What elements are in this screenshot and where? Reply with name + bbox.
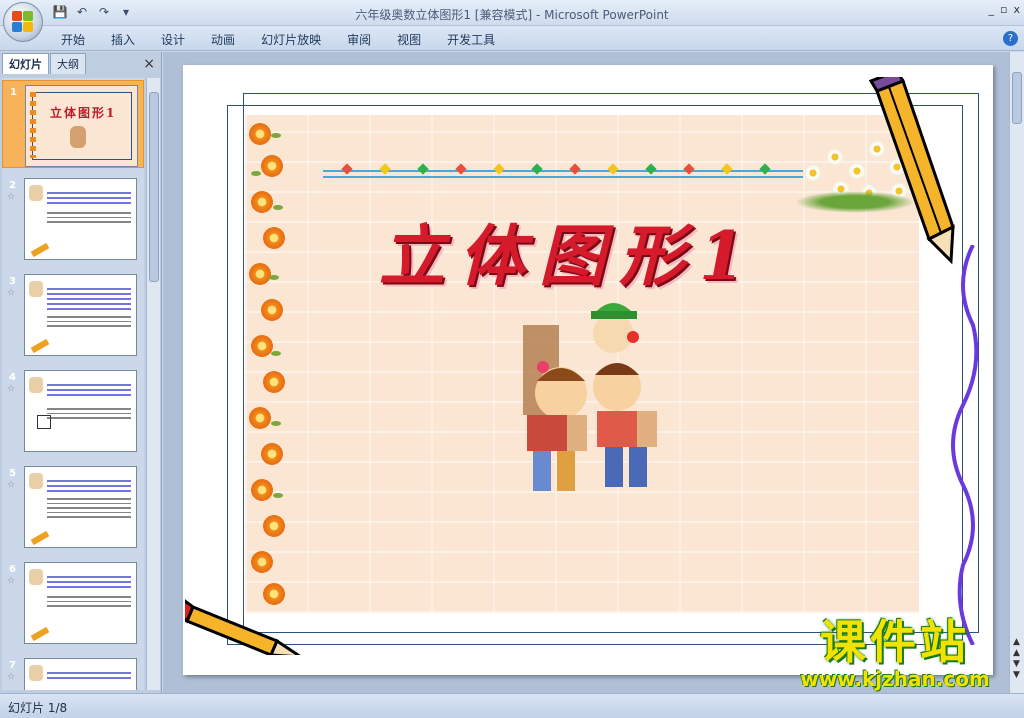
thumbnail-image	[24, 274, 137, 356]
scrollbar-thumb[interactable]	[149, 92, 159, 282]
thumb-text	[47, 477, 131, 521]
tab-slideshow[interactable]: 幻灯片放映	[248, 31, 334, 48]
slides-panel: 幻灯片 大纲 × 1 立体图形1 2 ☆ 3 ☆ 4 ☆ 5 ☆ 6 ☆ 7 ☆	[0, 52, 162, 693]
pencil-image-left	[185, 599, 301, 655]
thumbnail-slide-7[interactable]: 7 ☆	[2, 654, 144, 690]
thumbnail-image	[24, 466, 137, 548]
flower-garland-image	[245, 115, 297, 613]
thumb-pencil-image	[30, 530, 50, 546]
thumb-pencil-image	[30, 338, 50, 354]
thumb-text	[47, 189, 131, 226]
tab-home[interactable]: 开始	[48, 31, 98, 48]
transition-icon: ☆	[7, 480, 16, 490]
office-button[interactable]	[3, 2, 43, 42]
editor-scrollbar[interactable]: ▲ ▲ ▼ ▼	[1009, 52, 1024, 693]
thumbnail-image	[24, 658, 137, 690]
watermark-logo: 课件站 www.kjzhan.com	[775, 617, 1015, 691]
tab-animations[interactable]: 动画	[198, 31, 248, 48]
thumbnail-slide-1[interactable]: 1 立体图形1	[2, 80, 144, 168]
ribbon-tabs: 开始 插入 设计 动画 幻灯片放映 审阅 视图 开发工具	[48, 31, 508, 48]
close-panel-icon[interactable]: ×	[143, 56, 155, 72]
watermark-url: www.kjzhan.com	[800, 667, 990, 691]
transition-icon: ☆	[7, 672, 16, 682]
thumbnail-image	[24, 562, 137, 644]
window-title: 六年级奥数立体图形1 [兼容模式] - Microsoft PowerPoint	[355, 8, 669, 22]
office-logo-icon	[12, 11, 34, 33]
slide-number: 7	[9, 660, 16, 671]
thumb-pencil-image	[30, 626, 50, 642]
slide-editor: 立体图形1 ▲ ▲ ▼ ▼ 课件站 www.kjzhan.com	[163, 52, 1024, 693]
transition-icon: ☆	[7, 576, 16, 586]
thumbnail-slide-3[interactable]: 3 ☆	[2, 270, 144, 358]
slide-number: 2	[9, 180, 16, 191]
slide-number: 4	[9, 372, 16, 383]
thumb-cube-image	[37, 415, 51, 429]
thumbnail-image	[24, 370, 137, 452]
slide-canvas[interactable]: 立体图形1	[183, 65, 993, 675]
restore-button[interactable]: ▫	[1000, 3, 1007, 16]
thumbnails-scrollbar[interactable]	[146, 78, 160, 690]
thumbnail-slide-4[interactable]: 4 ☆	[2, 366, 144, 454]
slide-number: 1	[10, 87, 17, 98]
thumb-pencil-image	[30, 242, 50, 258]
thumbnail-slide-6[interactable]: 6 ☆	[2, 558, 144, 646]
thumb-kid-image	[29, 185, 43, 201]
ribbon: 开始 插入 设计 动画 幻灯片放映 审阅 视图 开发工具 ?	[0, 26, 1024, 51]
thumbnail-slide-2[interactable]: 2 ☆	[2, 174, 144, 262]
status-bar: 幻灯片 1/8	[0, 693, 1024, 718]
slide-number: 3	[9, 276, 16, 287]
tab-design[interactable]: 设计	[148, 31, 198, 48]
slide-title[interactable]: 立体图形1	[379, 203, 859, 295]
purple-squiggle-line	[951, 245, 979, 645]
thumb-kid-image	[29, 377, 43, 393]
thumb-kid-image	[29, 569, 43, 585]
thumb-kid-image	[29, 473, 43, 489]
transition-icon: ☆	[7, 384, 16, 394]
tab-review[interactable]: 审阅	[334, 31, 384, 48]
thumb-text	[47, 573, 131, 610]
thumb-kid-image	[29, 281, 43, 297]
thumb-text	[47, 669, 131, 682]
decorative-border-line	[323, 170, 803, 178]
thumb-text	[47, 381, 131, 422]
thumb-kids-image	[70, 126, 86, 148]
window-controls: _ ▫ x	[989, 3, 1020, 16]
slide-number: 6	[9, 564, 16, 575]
tab-slides[interactable]: 幻灯片	[2, 53, 49, 74]
kids-accordion-image	[523, 303, 657, 491]
tab-developer[interactable]: 开发工具	[434, 31, 508, 48]
scrollbar-thumb[interactable]	[1012, 72, 1022, 124]
transition-icon: ☆	[7, 288, 16, 298]
slide-number: 5	[9, 468, 16, 479]
pencil-image-right	[869, 77, 955, 265]
tab-view[interactable]: 视图	[384, 31, 434, 48]
tab-insert[interactable]: 插入	[98, 31, 148, 48]
tab-outline[interactable]: 大纲	[50, 53, 86, 74]
help-icon[interactable]: ?	[1003, 31, 1018, 46]
thumbnail-image: 立体图形1	[25, 85, 138, 167]
thumb-flowers	[30, 92, 36, 158]
close-window-button[interactable]: x	[1013, 3, 1020, 16]
panel-tabs: 幻灯片 大纲	[2, 53, 160, 74]
thumbnail-slide-5[interactable]: 5 ☆	[2, 462, 144, 550]
watermark-text: 课件站	[820, 615, 970, 669]
title-bar: 💾 ↶ ↷ ▾ 六年级奥数立体图形1 [兼容模式] - Microsoft Po…	[0, 0, 1024, 26]
slide-counter: 幻灯片 1/8	[8, 701, 68, 715]
slide-thumbnails: 1 立体图形1 2 ☆ 3 ☆ 4 ☆ 5 ☆ 6 ☆ 7 ☆	[2, 78, 144, 690]
thumb-text	[47, 285, 131, 330]
transition-icon: ☆	[7, 192, 16, 202]
thumb-kid-image	[29, 665, 43, 681]
thumb-title: 立体图形1	[50, 106, 117, 120]
thumbnail-image	[24, 178, 137, 260]
minimize-button[interactable]: _	[989, 3, 995, 16]
